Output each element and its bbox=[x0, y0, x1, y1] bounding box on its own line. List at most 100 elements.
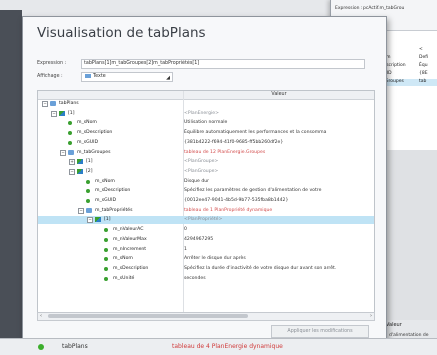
tree-row-name: tabPlans bbox=[59, 101, 79, 106]
tree-row-value[interactable]: {381b4222-f694-41f0-9685-ff5bb260df2e} bbox=[184, 139, 372, 147]
member-dot-icon bbox=[68, 131, 72, 136]
tree-row[interactable]: m_sNom Utilisation normale bbox=[38, 119, 374, 127]
member-dot-icon bbox=[86, 189, 90, 194]
tree-row[interactable]: m_sDescription Équilibre automatiquement … bbox=[38, 129, 374, 137]
tree-row-name: [1] bbox=[104, 217, 111, 223]
horizontal-scrollbar[interactable]: ‹ › bbox=[37, 312, 375, 321]
tree-row[interactable]: m_sGUID {0012ee47-9041-4b5d-9b77-535fba8b… bbox=[38, 197, 374, 205]
collapse-icon[interactable]: − bbox=[51, 110, 57, 117]
scroll-right-icon[interactable]: › bbox=[370, 313, 372, 319]
back-expression-value[interactable]: pcActif.m_tabGrou bbox=[363, 6, 404, 11]
watch-variable-name[interactable]: tabPlans bbox=[62, 343, 88, 350]
scrollbar-thumb[interactable] bbox=[48, 314, 248, 318]
tree-row-selected[interactable]: − [1] <PlanPropriété> bbox=[38, 216, 374, 225]
tree-row-name: m_sUnité bbox=[113, 275, 135, 281]
tree-row-name: m_nValeurAC bbox=[113, 227, 144, 233]
tree-row-name: m_sGUID bbox=[77, 139, 98, 145]
member-dot-icon bbox=[86, 199, 90, 203]
variable-dot-icon bbox=[38, 344, 44, 350]
tree-row[interactable]: − [2] <PlanGroupe> bbox=[38, 168, 374, 176]
element-link-icon bbox=[77, 159, 83, 165]
tree-row[interactable]: m_sNom Disque dur bbox=[38, 178, 374, 186]
tree-row-name: m_nIncrement bbox=[113, 246, 147, 252]
column-header-value[interactable]: Valeur bbox=[184, 91, 374, 100]
back-expression-label: Expression : bbox=[335, 6, 363, 11]
array-icon bbox=[68, 149, 74, 155]
element-link-icon bbox=[95, 217, 101, 223]
tree-row[interactable]: − m_tabGroupes tableau de 12 PlanEnergie.G… bbox=[38, 149, 374, 157]
tree-row[interactable]: m_sNom Arrêter le disque dur après bbox=[38, 255, 374, 263]
apply-changes-button[interactable]: Appliquer les modifications bbox=[271, 325, 369, 338]
expression-input[interactable]: tabPlans[1]m_tabGroupes[2]m_tabPropriété… bbox=[81, 59, 365, 69]
tree-row-value[interactable]: <PlanEnergie> bbox=[184, 110, 372, 118]
tree-row[interactable]: − m_tabPropriétés tableau de 1 PlanProprié… bbox=[38, 207, 374, 215]
tree-row-value[interactable]: tableau de 1 PlanPropriété dynamique bbox=[184, 207, 372, 215]
tree-row[interactable]: m_nValeurAC 0 bbox=[38, 226, 374, 234]
visualisation-dialog: Visualisation de tabPlans Expression : t… bbox=[22, 16, 387, 350]
tree-row-name: m_sDescription bbox=[77, 130, 113, 136]
tree-row-value[interactable]: <PlanGroupe> bbox=[184, 168, 372, 176]
member-dot-icon bbox=[104, 276, 108, 281]
collapse-icon[interactable]: − bbox=[69, 168, 75, 175]
watch-variable-type: tableau de 4 PlanEnergie dynamique bbox=[172, 343, 283, 350]
tree-row[interactable]: + [1] <PlanGroupe> bbox=[38, 158, 374, 166]
tree-row-value[interactable]: {0012ee47-9041-4b5d-9b77-535fba8b1442} bbox=[184, 197, 372, 205]
expression-label: Expression : bbox=[37, 61, 67, 66]
tree-row-value[interactable]: secondes bbox=[184, 275, 372, 283]
collapse-icon[interactable]: − bbox=[78, 207, 84, 214]
tree-row-name: m_tabPropriétés bbox=[95, 207, 133, 213]
tree-row-value[interactable]: Arrêter le disque dur après bbox=[184, 255, 372, 263]
element-link-icon bbox=[59, 110, 65, 116]
tree-row[interactable]: m_sGUID {381b4222-f694-41f0-9685-ff5bb260… bbox=[38, 139, 374, 147]
tree-row-value[interactable]: <PlanGroupe> bbox=[184, 158, 372, 166]
tree-row-name: m_sGUID bbox=[95, 198, 116, 203]
member-dot-icon bbox=[104, 228, 108, 233]
collapse-icon[interactable]: − bbox=[60, 149, 66, 156]
tree-row-value[interactable]: tableau de 12 PlanEnergie.Groupes bbox=[184, 149, 372, 157]
tree-row-value[interactable]: 4294967295 bbox=[184, 236, 372, 244]
array-icon bbox=[86, 207, 92, 213]
tree-row-name: m_sNom bbox=[77, 120, 97, 126]
collapse-icon[interactable]: − bbox=[42, 101, 48, 107]
tree-row[interactable]: m_nValeurMax 4294967295 bbox=[38, 236, 374, 244]
tree-row-value[interactable]: 1 bbox=[184, 246, 372, 254]
affichage-select[interactable]: Texte ◢ bbox=[81, 72, 173, 82]
tree-row-name: m_sNom bbox=[113, 256, 133, 262]
bottom-watch-bar: tabPlans tableau de 4 PlanEnergie dynami… bbox=[0, 338, 437, 355]
member-dot-icon bbox=[68, 140, 72, 145]
tree-row-value[interactable]: 0 bbox=[184, 226, 372, 234]
background-sidebar bbox=[0, 10, 22, 340]
tree-row[interactable]: m_sDescription Spécifiez la durée d'inact… bbox=[38, 265, 374, 273]
array-icon bbox=[50, 101, 56, 106]
tree-row-name: m_sDescription bbox=[95, 188, 131, 194]
element-link-icon bbox=[77, 168, 83, 174]
dialog-title: Visualisation de tabPlans bbox=[37, 25, 206, 41]
member-dot-icon bbox=[104, 247, 108, 252]
tree-row-value[interactable]: <PlanPropriété> bbox=[184, 216, 372, 224]
tree-row-name: m_nValeurMax bbox=[113, 236, 147, 242]
collapse-icon[interactable]: − bbox=[87, 217, 93, 224]
tree-row-value[interactable]: Utilisation normale bbox=[184, 119, 372, 127]
chevron-down-icon: ◢ bbox=[166, 75, 170, 81]
affichage-label: Affichage : bbox=[37, 74, 63, 79]
column-header-name[interactable] bbox=[38, 91, 183, 100]
expand-icon[interactable]: + bbox=[69, 159, 75, 166]
tree-row-value[interactable]: Disque dur bbox=[184, 178, 372, 186]
tree-row[interactable]: m_sUnité secondes bbox=[38, 275, 374, 283]
tree-row[interactable]: − [1] <PlanEnergie> bbox=[38, 110, 374, 118]
member-dot-icon bbox=[104, 237, 108, 242]
tree-row-value[interactable]: Équilibre automatiquement les performanc… bbox=[184, 129, 372, 137]
tree-row[interactable]: m_nIncrement 1 bbox=[38, 246, 374, 254]
tree-row[interactable]: − tabPlans bbox=[38, 100, 374, 108]
tree-row-name: [1] bbox=[86, 159, 93, 165]
tree-row-name: m_tabGroupes bbox=[77, 149, 111, 155]
scroll-left-icon[interactable]: ‹ bbox=[40, 313, 42, 319]
member-dot-icon bbox=[104, 266, 108, 271]
tree-row-value[interactable]: Spécifiez la durée d'inactivité de votre… bbox=[184, 265, 372, 273]
tree-row-value[interactable]: Spécifiez les paramètres de gestion d'al… bbox=[184, 187, 372, 195]
back-value-header: Valeur bbox=[386, 322, 402, 328]
affichage-value: Texte bbox=[93, 74, 106, 79]
tree-row[interactable]: m_sDescription Spécifiez les paramètres d… bbox=[38, 187, 374, 195]
tree-row-name: [2] bbox=[86, 168, 93, 174]
variable-tree-table: Valeur − tabPlans − [1] <PlanEnergie> m_sNom U… bbox=[37, 90, 375, 314]
